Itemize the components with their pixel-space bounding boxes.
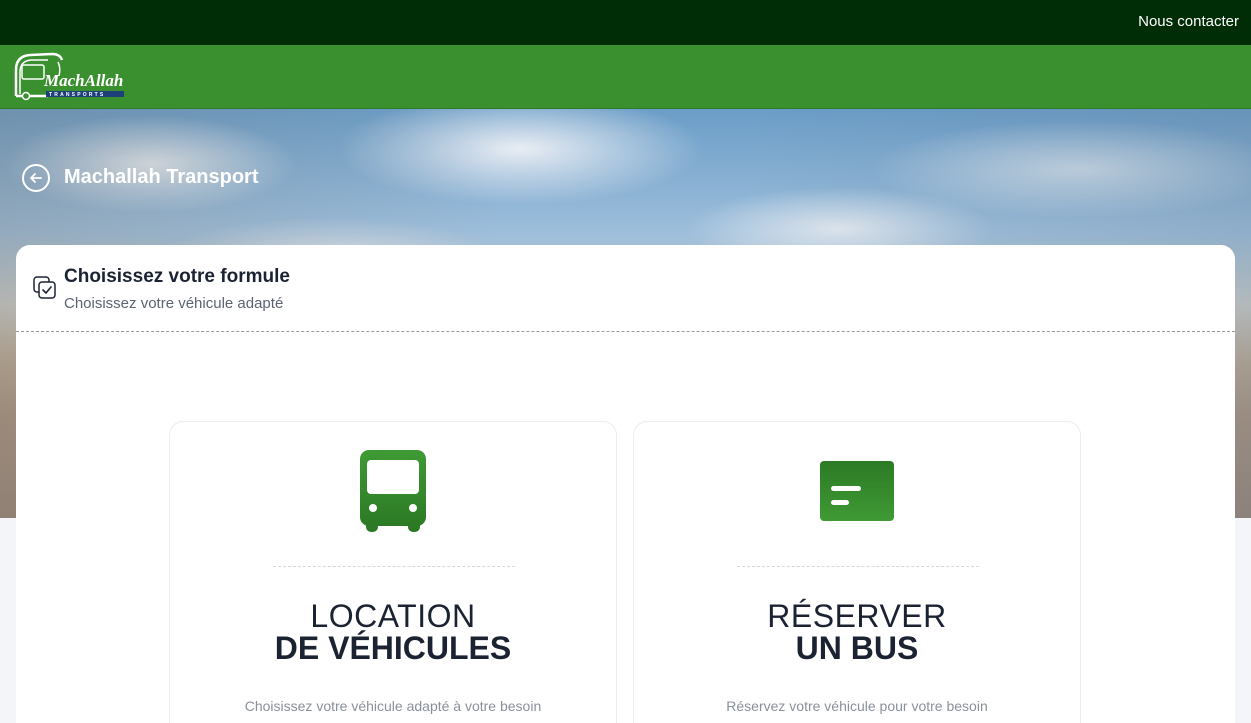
top-bar: Nous contacter xyxy=(0,0,1251,45)
hero-title: Machallah Transport xyxy=(64,166,259,188)
ticket-icon xyxy=(820,461,894,521)
header-bar: MachAllah TRANSPORTS xyxy=(0,45,1251,109)
brand-logo[interactable]: MachAllah TRANSPORTS xyxy=(12,50,128,104)
card-description: Choisissez votre véhicule adapté à votre… xyxy=(244,698,542,714)
panel-title: Choisissez votre formule xyxy=(64,266,290,287)
contact-link[interactable]: Nous contacter xyxy=(1138,13,1239,30)
card-reserver-bus[interactable]: RÉSERVER UN BUS Réservez votre véhicule … xyxy=(633,421,1081,723)
card-title-line2: DE VÉHICULES xyxy=(274,630,512,666)
card-location-vehicules[interactable]: LOCATION DE VÉHICULES Choisissez votre v… xyxy=(169,421,617,723)
bus-logo-icon: MachAllah TRANSPORTS xyxy=(14,52,124,101)
card-title-line2: UN BUS xyxy=(795,630,919,666)
logo-text: MachAllah xyxy=(43,71,123,90)
card-divider xyxy=(273,566,515,567)
arrow-left-icon xyxy=(30,173,42,183)
logo-subtext: TRANSPORTS xyxy=(49,92,105,98)
panel-header: Choisissez votre formule Choisissez votr… xyxy=(16,245,1235,332)
card-description: Réservez votre véhicule pour votre besoi… xyxy=(726,698,988,714)
card-divider xyxy=(737,566,979,567)
checklist-copy-icon xyxy=(33,276,56,299)
bus-icon xyxy=(360,450,426,532)
panel-subtitle: Choisissez votre véhicule adapté xyxy=(64,295,284,312)
back-button[interactable] xyxy=(22,164,50,192)
